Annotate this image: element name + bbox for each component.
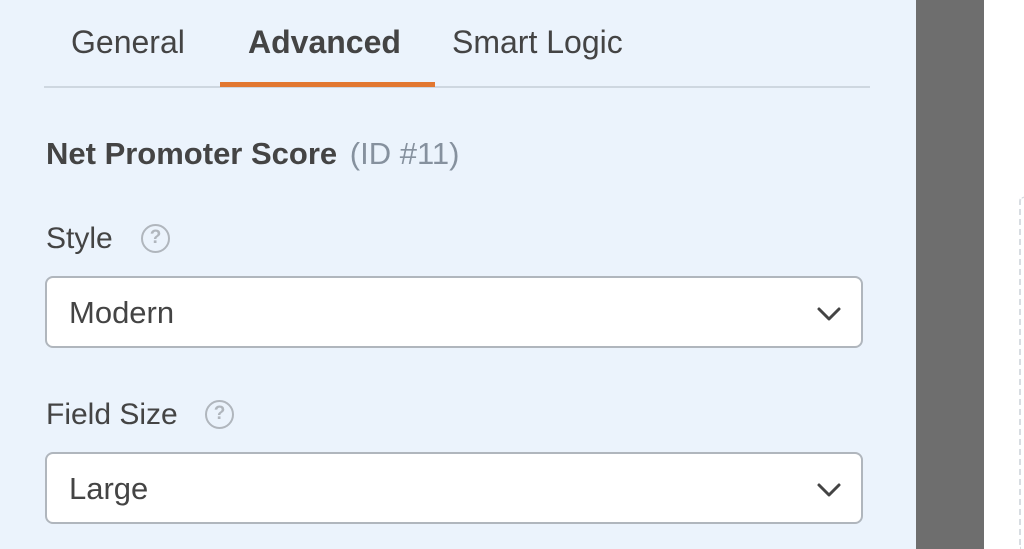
tab-smart-logic[interactable]: Smart Logic xyxy=(452,22,623,62)
field-id: (ID #11) xyxy=(349,136,460,171)
field-preview-outline xyxy=(1019,196,1024,549)
style-select-value: Modern xyxy=(69,295,175,330)
chevron-down-icon xyxy=(817,483,841,497)
field-title: Net Promoter Score (ID #11) xyxy=(46,134,459,174)
field-options-panel: General Advanced Smart Logic Net Promote… xyxy=(0,0,916,549)
form-builder-screen: General Advanced Smart Logic Net Promote… xyxy=(0,0,1024,549)
field-name: Net Promoter Score xyxy=(46,136,338,171)
tab-advanced[interactable]: Advanced xyxy=(248,22,401,62)
field-size-select[interactable]: Large xyxy=(45,452,863,524)
active-tab-indicator xyxy=(220,82,435,87)
field-size-select-value: Large xyxy=(69,471,149,506)
panel-divider xyxy=(916,0,984,549)
form-preview-area xyxy=(984,0,1024,549)
style-select[interactable]: Modern xyxy=(45,276,863,348)
field-size-label: Field Size xyxy=(46,398,178,431)
question-circle-icon[interactable]: ? xyxy=(141,224,170,253)
chevron-down-icon xyxy=(817,307,841,321)
question-circle-icon[interactable]: ? xyxy=(205,400,234,429)
field-options-tabs: General Advanced Smart Logic xyxy=(44,0,870,88)
tab-general[interactable]: General xyxy=(71,22,185,62)
style-label: Style xyxy=(46,222,113,255)
